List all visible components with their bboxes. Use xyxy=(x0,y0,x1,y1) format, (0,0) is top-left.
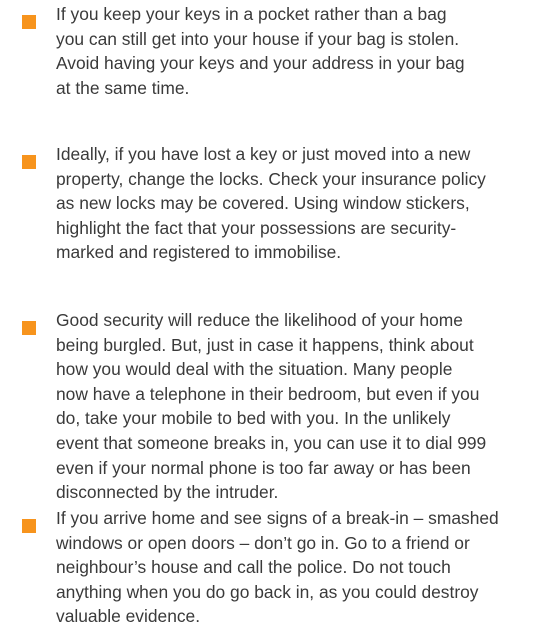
tip-line: anything when you do go back in, as you … xyxy=(56,581,479,602)
tip-line: event that someone breaks in, you can us… xyxy=(56,432,487,453)
tip-line: If you keep your keys in a pocket rather… xyxy=(56,4,447,24)
tip-line: property, change the locks. Check your i… xyxy=(56,168,486,189)
tip-line: windows or open doors – don’t go in. Go … xyxy=(56,532,470,553)
tip-line: Avoid having your keys and your address … xyxy=(56,53,465,74)
tip-line: disconnected by the intruder. xyxy=(56,482,279,503)
tip-text: If you keep your keys in a pocket rather… xyxy=(56,2,538,100)
tip-line: neighbour’s house and call the police. D… xyxy=(56,557,451,578)
orange-square-bullet-icon xyxy=(22,15,36,29)
tip-line: If you arrive home and see signs of a br… xyxy=(56,508,499,528)
tip-text: If you arrive home and see signs of a br… xyxy=(56,506,538,629)
tip-line: marked and registered to immobilise. xyxy=(56,242,342,263)
tip-text: Ideally, if you have lost a key or just … xyxy=(56,142,538,265)
tip-line: highlight the fact that your possessions… xyxy=(56,217,457,238)
orange-square-bullet-icon xyxy=(22,321,36,335)
tip-line: how you would deal with the situation. M… xyxy=(56,359,453,380)
orange-square-bullet-icon xyxy=(22,519,36,533)
tip-line: at the same time. xyxy=(56,77,190,98)
tip-line: Ideally, if you have lost a key or just … xyxy=(56,144,471,164)
tip-line: as new locks may be covered. Using windo… xyxy=(56,193,470,214)
tip-line: you can still get into your house if you… xyxy=(56,28,460,49)
tip-line: do, take your mobile to bed with you. In… xyxy=(56,408,451,429)
tip-line: now have a telephone in their bedroom, b… xyxy=(56,383,480,404)
tip-text: Good security will reduce the likelihood… xyxy=(56,308,538,505)
tip-line: even if your normal phone is too far awa… xyxy=(56,457,471,478)
tip-line: valuable evidence. xyxy=(56,606,201,627)
orange-square-bullet-icon xyxy=(22,155,36,169)
tip-line: being burgled. But, just in case it happ… xyxy=(56,334,474,355)
tip-line: Good security will reduce the likelihood… xyxy=(56,310,463,330)
